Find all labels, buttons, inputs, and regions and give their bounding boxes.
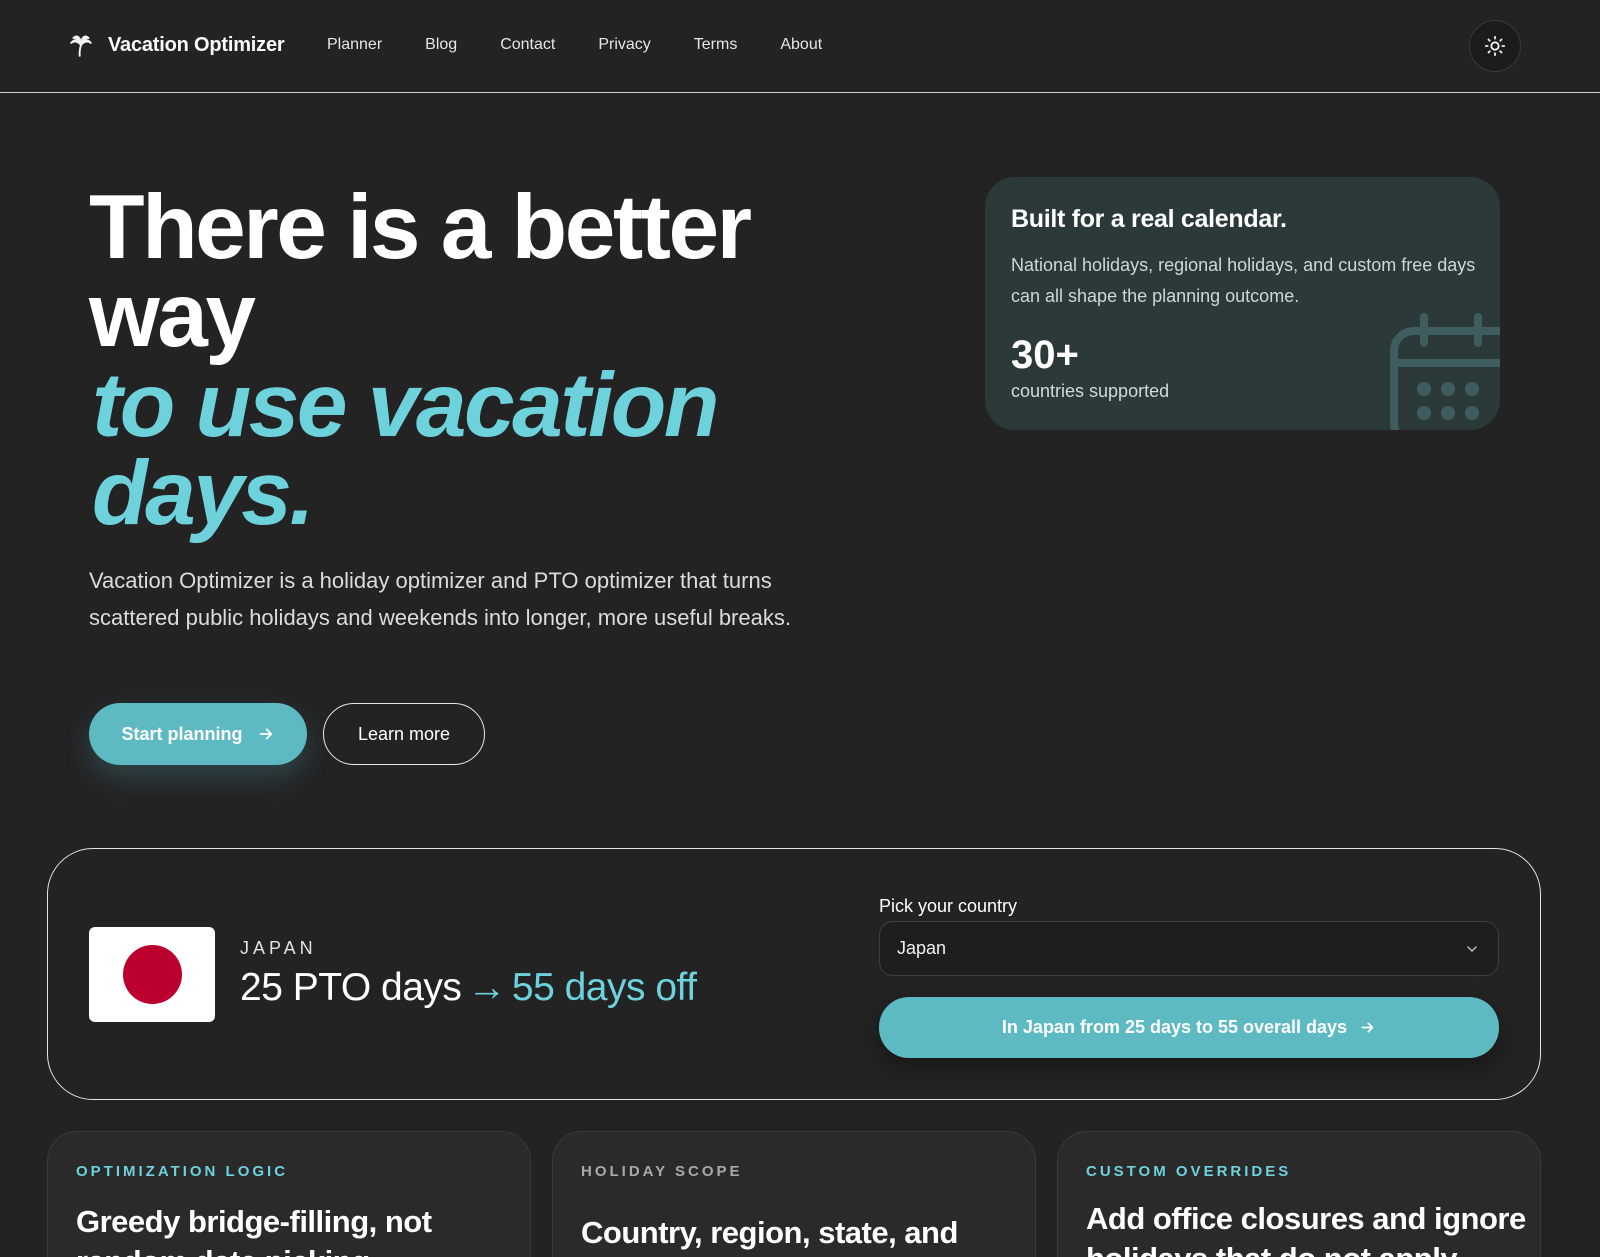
days-off-text: 55 days off	[511, 966, 697, 1009]
nav-links: Planner Blog Contact Privacy Terms About	[327, 36, 822, 54]
start-planning-button[interactable]: Start planning	[89, 703, 307, 765]
calendar-card-description: National holidays, regional holidays, an…	[1011, 255, 1476, 306]
country-select[interactable]: Japan	[879, 921, 1499, 976]
feature-eyebrow: CUSTOM OVERRIDES	[1086, 1163, 1292, 1180]
hero-title: There is a better way	[89, 182, 849, 361]
countries-stat-label: countries supported	[1011, 381, 1170, 401]
start-planning-label: Start planning	[121, 723, 243, 744]
calendar-icon	[1390, 313, 1500, 430]
pto-days-text: 25 PTO days	[240, 966, 462, 1009]
arrow-right-icon	[259, 728, 272, 740]
sun-icon	[1484, 35, 1506, 57]
hero-title-line1: There is a better	[89, 177, 752, 278]
hero-title-line2: way	[89, 265, 256, 366]
arrow-right-icon: →	[467, 966, 506, 1009]
nav-link-planner[interactable]: Planner	[327, 36, 382, 54]
feature-title: Add office closures and ignore holidays …	[1086, 1201, 1526, 1257]
feature-eyebrow: HOLIDAY SCOPE	[581, 1163, 743, 1180]
nav-link-about[interactable]: About	[780, 36, 822, 54]
country-select-label: Pick your country	[879, 896, 1018, 916]
learn-more-button[interactable]: Learn more	[323, 703, 485, 765]
hero-description: Vacation Optimizer is a holiday optimize…	[89, 568, 791, 630]
country-select-value: Japan	[897, 938, 947, 958]
theme-toggle-button[interactable]	[1469, 20, 1521, 72]
top-navigation: Vacation Optimizer Planner Blog Contact …	[0, 0, 1600, 93]
country-name-label: JAPAN	[240, 938, 317, 958]
palm-tree-icon	[70, 35, 92, 57]
japan-flag-icon	[89, 927, 215, 1022]
feature-card-optimization: OPTIMIZATION LOGIC Greedy bridge-filling…	[47, 1131, 531, 1257]
pto-summary: 25 PTO days → 55 days off	[240, 966, 697, 1010]
brand[interactable]: Vacation Optimizer	[68, 32, 285, 58]
feature-eyebrow: OPTIMIZATION LOGIC	[76, 1163, 289, 1180]
feature-card-custom-overrides: CUSTOM OVERRIDES Add office closures and…	[1057, 1131, 1541, 1257]
hero-accent-line2: days.	[92, 443, 315, 544]
calendar-feature-card: Built for a real calendar. National holi…	[985, 177, 1500, 430]
calendar-card-title: Built for a real calendar.	[1011, 205, 1287, 233]
flag-red-disc	[122, 945, 182, 1004]
nav-link-blog[interactable]: Blog	[425, 36, 457, 54]
country-plan-label: In Japan from 25 days to 55 overall days	[1001, 1017, 1348, 1037]
nav-link-privacy[interactable]: Privacy	[598, 36, 650, 54]
hero-title-accent: to use vacation days.	[92, 360, 852, 539]
feature-card-holiday-scope: HOLIDAY SCOPE Country, region, state, an…	[552, 1131, 1036, 1257]
nav-link-terms[interactable]: Terms	[694, 36, 738, 54]
hero-accent-line1: to use vacation	[92, 355, 719, 456]
page: Vacation Optimizer Planner Blog Contact …	[0, 0, 1600, 1257]
learn-more-label: Learn more	[357, 723, 451, 744]
brand-name: Vacation Optimizer	[108, 33, 285, 56]
feature-title: Country, region, state, and custom holid…	[581, 1215, 958, 1257]
arrow-right-icon	[1361, 1022, 1374, 1033]
feature-title: Greedy bridge-filling, not random date p…	[76, 1204, 432, 1257]
country-plan-button[interactable]: In Japan from 25 days to 55 overall days	[879, 997, 1499, 1058]
countries-stat-value: 30+	[1011, 333, 1079, 377]
nav-link-contact[interactable]: Contact	[500, 36, 555, 54]
chevron-down-icon	[1467, 945, 1477, 952]
